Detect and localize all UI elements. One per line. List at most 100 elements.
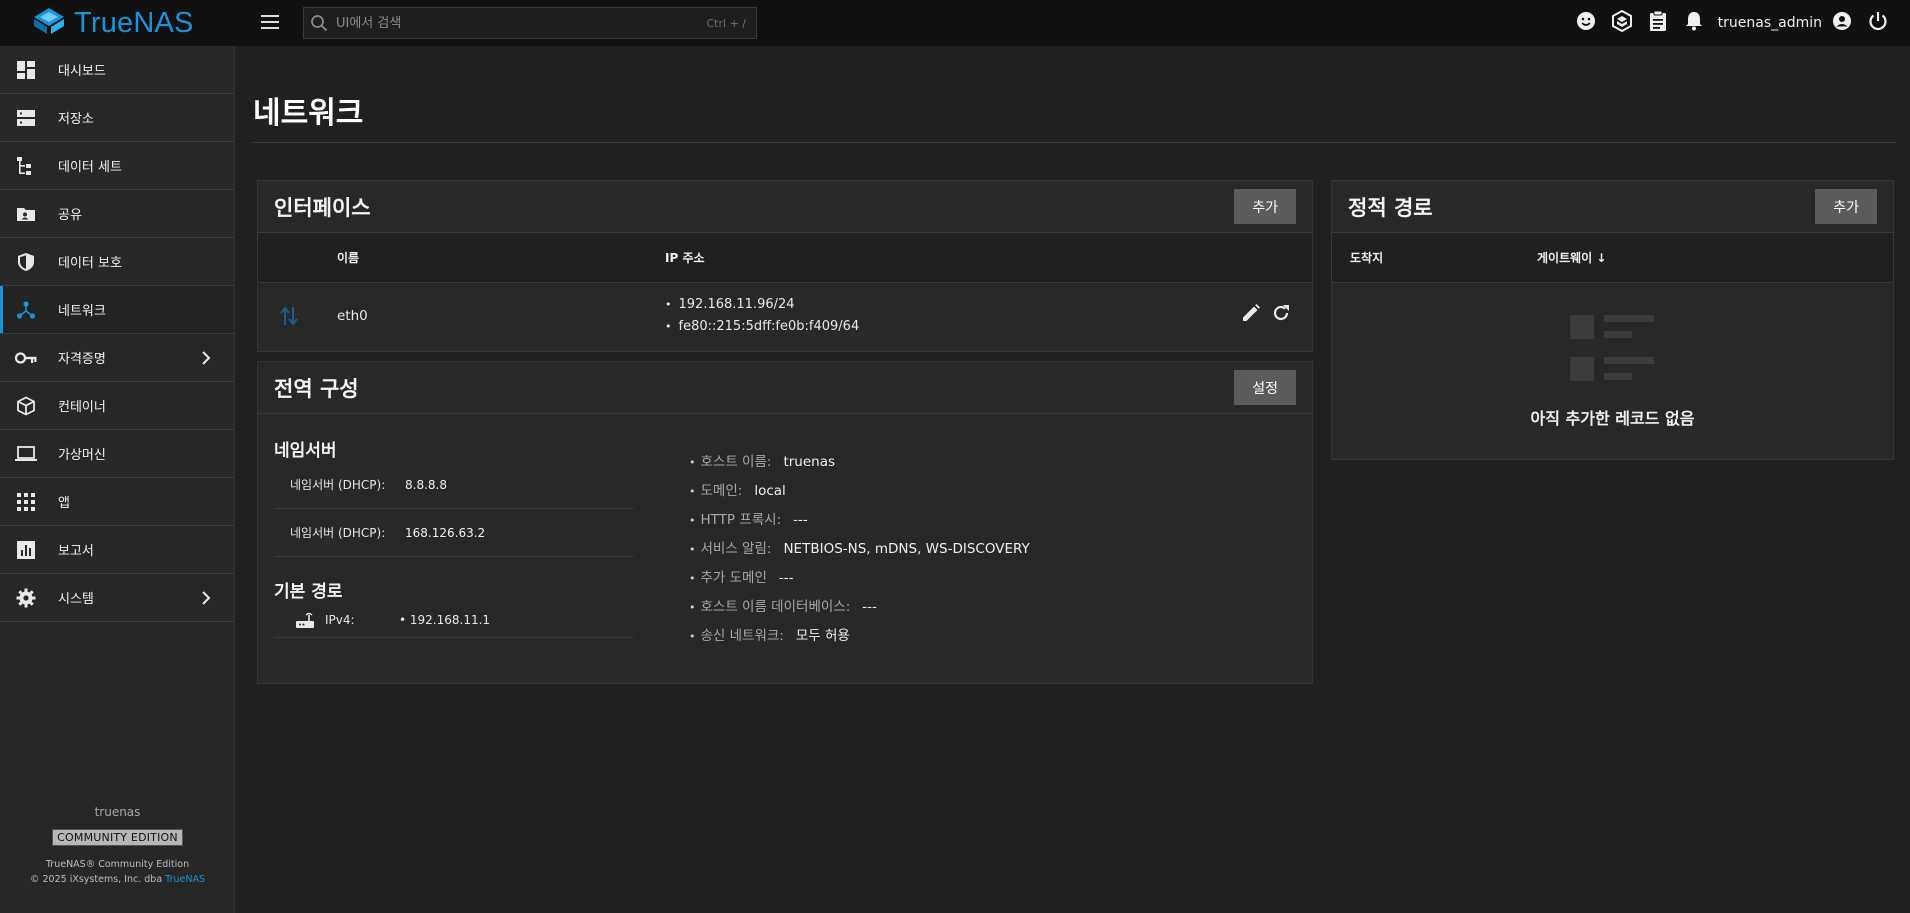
sidebar-item-network[interactable]: 네트워크: [0, 286, 234, 334]
ipv4-label: IPv4:: [325, 612, 355, 627]
truenas-link[interactable]: TrueNAS: [165, 874, 205, 885]
detail-value: truenas: [783, 454, 836, 470]
interfaces-table-header: 이름 IP 주소: [258, 233, 1312, 283]
feedback-button[interactable]: [1568, 5, 1604, 41]
global-settings-button[interactable]: 설정: [1234, 370, 1296, 405]
reset-interface-button[interactable]: [1270, 304, 1292, 326]
detail-value: ---: [793, 512, 808, 528]
sidebar-item-label: 데이터 세트: [58, 160, 122, 175]
global-config-details: 호스트 이름: truenas 도메인: local HTTP 프록시: --- 서비…: [689, 448, 1030, 651]
column-header-gateway[interactable]: 게이트웨이 ↓: [1537, 249, 1606, 266]
link-status-arrows-icon: [279, 305, 337, 327]
detail-value: 모두 허용: [795, 628, 850, 644]
account-button[interactable]: [1824, 5, 1860, 41]
sidebar-item-virtual-machines[interactable]: 가상머신: [0, 430, 234, 478]
nameservers-section: 네임서버 네임서버 (DHCP): 8.8.8.8 네임서버 (DHCP): 1…: [274, 436, 634, 638]
shield-icon: [15, 251, 37, 273]
hamburger-menu-icon: [261, 14, 279, 33]
reports-icon: [15, 539, 37, 561]
sidebar-item-containers[interactable]: 컨테이너: [0, 382, 234, 430]
sort-arrow-icon: ↓: [1596, 251, 1607, 265]
sidebar-item-storage[interactable]: 저장소: [0, 94, 234, 142]
detail-label: 추가 도메인: [700, 570, 767, 586]
add-interface-button[interactable]: 추가: [1234, 189, 1296, 224]
copyright-text: © 2025 iXsystems, Inc. dba: [29, 874, 166, 885]
interfaces-title: 인터페이스: [274, 195, 371, 220]
detail-label: 호스트 이름 데이터베이스:: [700, 599, 851, 615]
interfaces-card-header: 인터페이스 추가: [258, 181, 1312, 233]
detail-value: ---: [862, 599, 877, 615]
default-route-row: IPv4: • 192.168.11.1: [274, 602, 634, 638]
hostname-item: 호스트 이름: truenas: [689, 448, 1030, 477]
empty-state-text: 아직 추가한 레코드 없음: [1530, 409, 1695, 428]
gear-icon: [15, 587, 37, 609]
shares-icon: [15, 203, 37, 225]
column-header-ip[interactable]: IP 주소: [665, 249, 705, 266]
interfaces-card: 인터페이스 추가 이름 IP 주소 eth0 192.168.11.96/24 …: [257, 180, 1313, 352]
sidebar-item-reports[interactable]: 보고서: [0, 526, 234, 574]
column-header-name[interactable]: 이름: [337, 249, 665, 266]
search-shortcut-hint: Ctrl + /: [706, 16, 747, 30]
row-actions: [1240, 304, 1292, 326]
column-header-destination[interactable]: 도착지: [1350, 249, 1537, 266]
global-configuration-title: 전역 구성: [274, 376, 359, 401]
sidebar-item-label: 네트워크: [58, 304, 106, 319]
truecommand-button[interactable]: [1604, 5, 1640, 41]
jobs-button[interactable]: [1640, 5, 1676, 41]
table-row[interactable]: eth0 192.168.11.96/24 fe80::215:5dff:fe0…: [258, 283, 1312, 349]
additional-domains-item: 추가 도메인 ---: [689, 564, 1030, 593]
page-title: 네트워크: [253, 96, 364, 131]
sidebar-item-datasets[interactable]: 데이터 세트: [0, 142, 234, 190]
product-name: TrueNAS® Community Edition: [45, 859, 190, 870]
detail-value: ---: [778, 570, 794, 586]
search-icon: [310, 13, 330, 33]
detail-label: HTTP 프록시:: [700, 512, 782, 528]
detail-label: 서비스 알림:: [700, 541, 772, 557]
copyright: © 2025 iXsystems, Inc. dba TrueNAS: [0, 874, 235, 885]
hostname-database-item: 호스트 이름 데이터베이스: ---: [689, 593, 1030, 622]
edit-interface-button[interactable]: [1240, 304, 1262, 326]
detail-value: NETBIOS-NS, mDNS, WS-DISCOVERY: [783, 541, 1030, 557]
http-proxy-item: HTTP 프록시: ---: [689, 506, 1030, 535]
jobs-icon: [1649, 10, 1667, 36]
sidebar-item-data-protection[interactable]: 데이터 보호: [0, 238, 234, 286]
divider: [252, 142, 1897, 143]
sidebar-item-label: 공유: [58, 208, 82, 223]
static-routes-table-header: 도착지 게이트웨이 ↓: [1332, 233, 1893, 283]
router-icon: [295, 611, 325, 629]
search-box: Ctrl + /: [303, 7, 757, 39]
ipv4-value-bullet: •: [399, 612, 410, 627]
empty-list-icon: [1570, 315, 1656, 389]
truenas-logo-icon: [32, 6, 66, 40]
brand[interactable]: TrueNAS: [0, 0, 236, 46]
sidebar-item-dashboard[interactable]: 대시보드: [0, 46, 234, 94]
add-static-route-button[interactable]: 추가: [1815, 189, 1877, 224]
detail-value: local: [754, 483, 786, 499]
ipv4-value: 192.168.11.1: [409, 612, 491, 627]
dashboard-icon: [15, 59, 37, 81]
datasets-icon: [15, 155, 37, 177]
sidebar-item-system[interactable]: 시스템: [0, 574, 234, 622]
hostname: truenas: [94, 805, 141, 819]
outbound-network-item: 송신 네트워크: 모두 허용: [689, 622, 1030, 651]
static-routes-header: 정적 경로 추가: [1332, 181, 1893, 233]
nameserver-value: 168.126.63.2: [405, 525, 486, 540]
default-route-title: 기본 경로: [274, 582, 343, 602]
username[interactable]: truenas_admin: [1718, 15, 1822, 31]
truecommand-icon: [1611, 9, 1633, 36]
sidebar-item-credentials[interactable]: 자격증명: [0, 334, 234, 382]
search-input[interactable]: [336, 15, 707, 31]
sidebar-item-shares[interactable]: 공유: [0, 190, 234, 238]
sidebar-item-label: 앱: [58, 496, 70, 511]
notifications-button[interactable]: [1676, 5, 1712, 41]
nameserver-label: 네임서버 (DHCP):: [290, 478, 386, 492]
static-routes-card: 정적 경로 추가 도착지 게이트웨이 ↓ 아직 추가한 레코드 없음: [1331, 180, 1894, 460]
sidebar-item-label: 대시보드: [58, 64, 106, 79]
ip-address: fe80::215:5dff:fe0b:f409/64: [665, 316, 860, 338]
ip-address-list: 192.168.11.96/24 fe80::215:5dff:fe0b:f40…: [665, 294, 860, 338]
domain-item: 도메인: local: [689, 477, 1030, 506]
storage-icon: [15, 107, 37, 129]
menu-toggle-button[interactable]: [255, 8, 285, 38]
power-button[interactable]: [1860, 5, 1896, 41]
sidebar-item-apps[interactable]: 앱: [0, 478, 234, 526]
